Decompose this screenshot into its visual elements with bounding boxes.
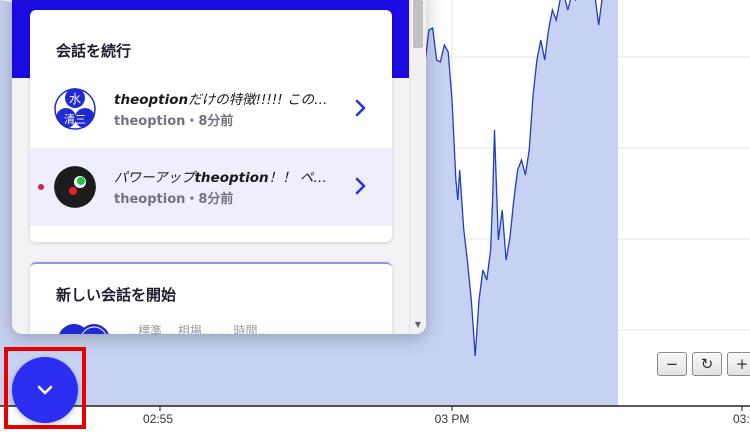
chevron-right-icon bbox=[355, 99, 366, 117]
conversation-item[interactable]: 水 清三 theoptionだけの特徴!!!!! この… theoption・8… bbox=[30, 70, 392, 148]
conversation-title-prefix: パワーアップ bbox=[114, 170, 195, 186]
kanji-avatar: 水 清三 bbox=[54, 88, 96, 130]
chevron-right-icon bbox=[355, 177, 366, 195]
dots-avatar bbox=[54, 166, 96, 208]
new-conversation-preview: …標準… 相場… … 時間… bbox=[56, 320, 386, 334]
new-conversation-title: 新しい会話を開始 bbox=[56, 286, 177, 304]
conversation-subtitle: theoption・8分前 bbox=[114, 192, 234, 207]
conversation-title-rest: ！！ ペ… bbox=[268, 170, 327, 186]
reset-zoom-button[interactable]: ↻ bbox=[692, 352, 722, 376]
chevron-down-icon bbox=[37, 385, 53, 395]
new-conversation-card[interactable]: 新しい会話を開始 …標準… 相場… … 時間… bbox=[30, 262, 392, 334]
conversation-subtitle: theoption・8分前 bbox=[114, 114, 234, 129]
new-conversation-preview-text: …標準… 相場… … 時間… bbox=[126, 324, 270, 334]
avatar-text: 清三 bbox=[64, 113, 86, 126]
unread-indicator bbox=[38, 184, 44, 190]
zoom-out-button[interactable]: − bbox=[657, 352, 687, 376]
continue-conversation-title: 会話を続行 bbox=[56, 42, 132, 60]
scrollbar-thumb[interactable] bbox=[413, 0, 423, 48]
avatar-text: 水 bbox=[69, 92, 81, 106]
conversation-title-bold: theoption bbox=[114, 92, 189, 108]
conversation-title-rest: だけの特徴!!!!! この… bbox=[188, 92, 328, 108]
team-avatars-icon bbox=[59, 324, 109, 334]
x-tick-label: 02:55 bbox=[143, 412, 173, 426]
messenger-panel: 会話を続行 水 清三 theoptionだけの特徴!!!!! この… theop… bbox=[12, 0, 426, 334]
conversation-title-bold: theoption bbox=[194, 170, 269, 186]
conversation-title: theoptionだけの特徴!!!!! この… bbox=[114, 88, 346, 108]
continue-conversation-card: 会話を続行 水 清三 theoptionだけの特徴!!!!! この… theop… bbox=[30, 10, 392, 242]
conversation-item[interactable]: パワーアップtheoption！！ ペ… theoption・8分前 bbox=[30, 148, 392, 226]
x-tick-label: 03 PM bbox=[435, 412, 470, 426]
x-tick-label: 03: bbox=[733, 412, 750, 426]
panel-scroll-area[interactable]: 会話を続行 水 清三 theoptionだけの特徴!!!!! この… theop… bbox=[12, 0, 410, 334]
conversation-title: パワーアップtheoption！！ ペ… bbox=[114, 166, 346, 186]
messenger-launcher-button[interactable] bbox=[12, 357, 78, 423]
zoom-in-button[interactable]: + bbox=[727, 352, 750, 376]
panel-scrollbar[interactable]: ▼ bbox=[409, 0, 426, 334]
scroll-down-arrow-icon[interactable]: ▼ bbox=[413, 320, 423, 330]
